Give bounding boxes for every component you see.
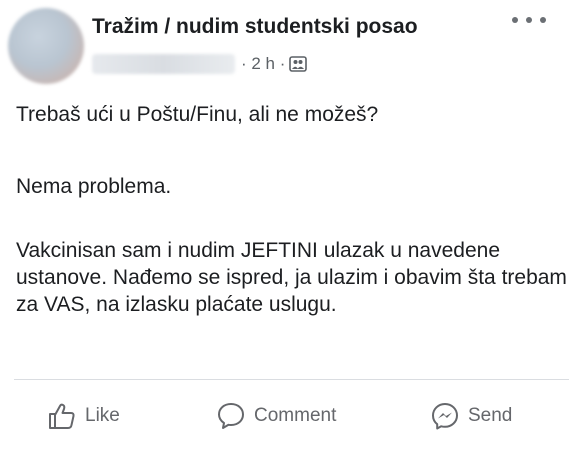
group-privacy-icon — [289, 56, 308, 72]
send-button[interactable]: Send — [430, 396, 512, 436]
like-button[interactable]: Like — [47, 396, 120, 436]
post-meta: · 2 h · — [92, 52, 308, 76]
send-label: Send — [468, 405, 513, 426]
post-paragraph: Vakcinisan sam i nudim JEFTINI ulazak u … — [16, 239, 567, 316]
post-paragraph: Trebaš ući u Poštu/Finu, ali ne možeš? — [16, 103, 379, 126]
avatar[interactable] — [8, 8, 84, 84]
messenger-icon — [432, 403, 458, 430]
author-name-redacted[interactable] — [92, 54, 235, 74]
comment-label: Comment — [254, 405, 337, 426]
post-paragraph: Nema problema. — [16, 175, 172, 198]
action-bar: Like Comment Send — [0, 396, 583, 436]
divider — [14, 379, 569, 380]
post-card: Tražim / nudim studentski posao · 2 h · … — [0, 0, 583, 464]
post-time[interactable]: · 2 h · — [241, 54, 285, 74]
like-label: Like — [85, 405, 120, 426]
comment-button[interactable]: Comment — [216, 396, 336, 436]
group-name[interactable]: Tražim / nudim studentski posao — [92, 15, 418, 39]
more-icon[interactable] — [512, 10, 546, 30]
thumbs-up-icon — [49, 403, 75, 429]
comment-bubble-icon — [218, 403, 244, 429]
